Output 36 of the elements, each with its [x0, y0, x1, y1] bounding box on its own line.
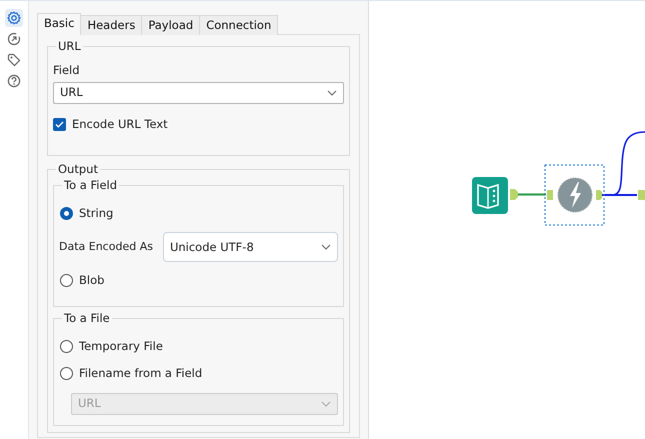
radio-button[interactable]	[60, 274, 73, 288]
input-anchor[interactable]	[638, 190, 645, 200]
lightning-tool-icon[interactable]	[558, 178, 592, 212]
tab[interactable]: Basic	[37, 13, 82, 35]
dropdown: URL	[71, 392, 338, 414]
chevron-down-icon	[327, 90, 337, 96]
dropdown[interactable]: URL	[53, 82, 344, 104]
radio-button[interactable]	[60, 367, 73, 380]
group-label: To a File	[63, 312, 111, 324]
chevron-down-icon	[321, 400, 331, 406]
group-label: URL	[57, 41, 82, 52]
field-label: Data Encoded As	[59, 239, 153, 255]
checkbox[interactable]	[53, 118, 66, 131]
radio-button[interactable]	[60, 340, 73, 354]
tab[interactable]: Headers	[80, 15, 142, 35]
radio-label[interactable]: Filename from a Field	[79, 365, 202, 382]
radio-label[interactable]: Blob	[79, 272, 104, 290]
checkbox-label[interactable]: Encode URL Text	[72, 116, 168, 133]
connection-line	[602, 131, 645, 196]
input-anchor[interactable]	[547, 190, 553, 200]
connection-line	[518, 193, 546, 196]
group-label: Output	[57, 164, 99, 176]
chevron-down-icon	[321, 244, 331, 250]
settings-icon[interactable]	[5, 9, 23, 27]
radio-label[interactable]: Temporary File	[79, 338, 163, 356]
tab[interactable]: Payload	[141, 15, 200, 35]
help-icon[interactable]	[5, 72, 23, 90]
field-label: Field	[53, 62, 81, 78]
tag-icon[interactable]	[5, 51, 23, 69]
tab[interactable]: Connection	[199, 15, 278, 35]
dropdown[interactable]: Unicode UTF-8	[162, 232, 338, 262]
radio-button[interactable]	[60, 207, 73, 220]
group-label: To a Field	[63, 180, 118, 191]
circled-arrow-icon[interactable]	[5, 30, 23, 48]
book-tool-icon[interactable]	[472, 177, 508, 214]
radio-label[interactable]: String	[79, 205, 114, 222]
